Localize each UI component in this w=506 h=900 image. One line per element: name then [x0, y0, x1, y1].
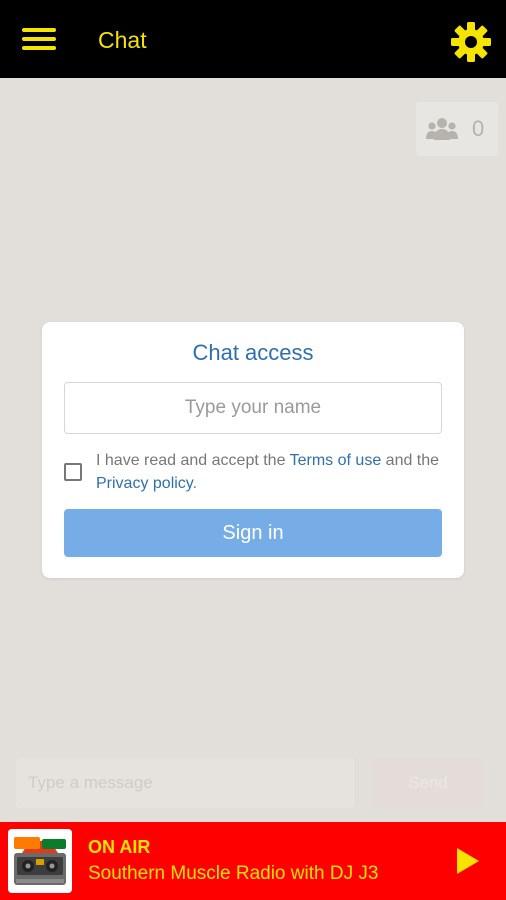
gear-icon[interactable] — [450, 21, 492, 63]
name-input[interactable] — [64, 382, 442, 434]
consent-text-middle: and the — [381, 452, 440, 469]
top-app-bar: Chat — [0, 0, 506, 78]
now-playing-title: Southern Muscle Radio with DJ J3 — [88, 863, 379, 884]
privacy-policy-link[interactable]: Privacy policy — [96, 475, 193, 492]
consent-text-after: . — [192, 475, 198, 492]
consent-text-before: I have read and accept the — [96, 452, 290, 469]
consent-checkbox[interactable] — [64, 463, 82, 481]
consent-text: I have read and accept the Terms of use … — [96, 449, 442, 495]
dialog-title: Chat access — [192, 340, 314, 365]
chat-access-dialog: Chat access I have read and accept the T… — [42, 322, 464, 578]
play-icon[interactable] — [452, 846, 482, 876]
chat-area: 0 Chat access I have read and accept the… — [0, 78, 506, 822]
send-button[interactable]: Send — [372, 758, 484, 808]
on-air-label: ON AIR — [88, 837, 151, 857]
station-logo — [8, 829, 72, 893]
sign-in-button[interactable]: Sign in — [64, 509, 442, 557]
page-title: Chat — [98, 27, 147, 53]
terms-of-use-link[interactable]: Terms of use — [290, 452, 382, 469]
online-users-indicator[interactable]: 0 — [416, 102, 498, 156]
users-icon — [426, 116, 458, 144]
message-input[interactable] — [16, 758, 354, 808]
online-users-count: 0 — [472, 116, 485, 141]
now-playing-bar: ON AIR Southern Muscle Radio with DJ J3 — [0, 822, 506, 900]
hamburger-menu-icon[interactable] — [22, 26, 56, 52]
